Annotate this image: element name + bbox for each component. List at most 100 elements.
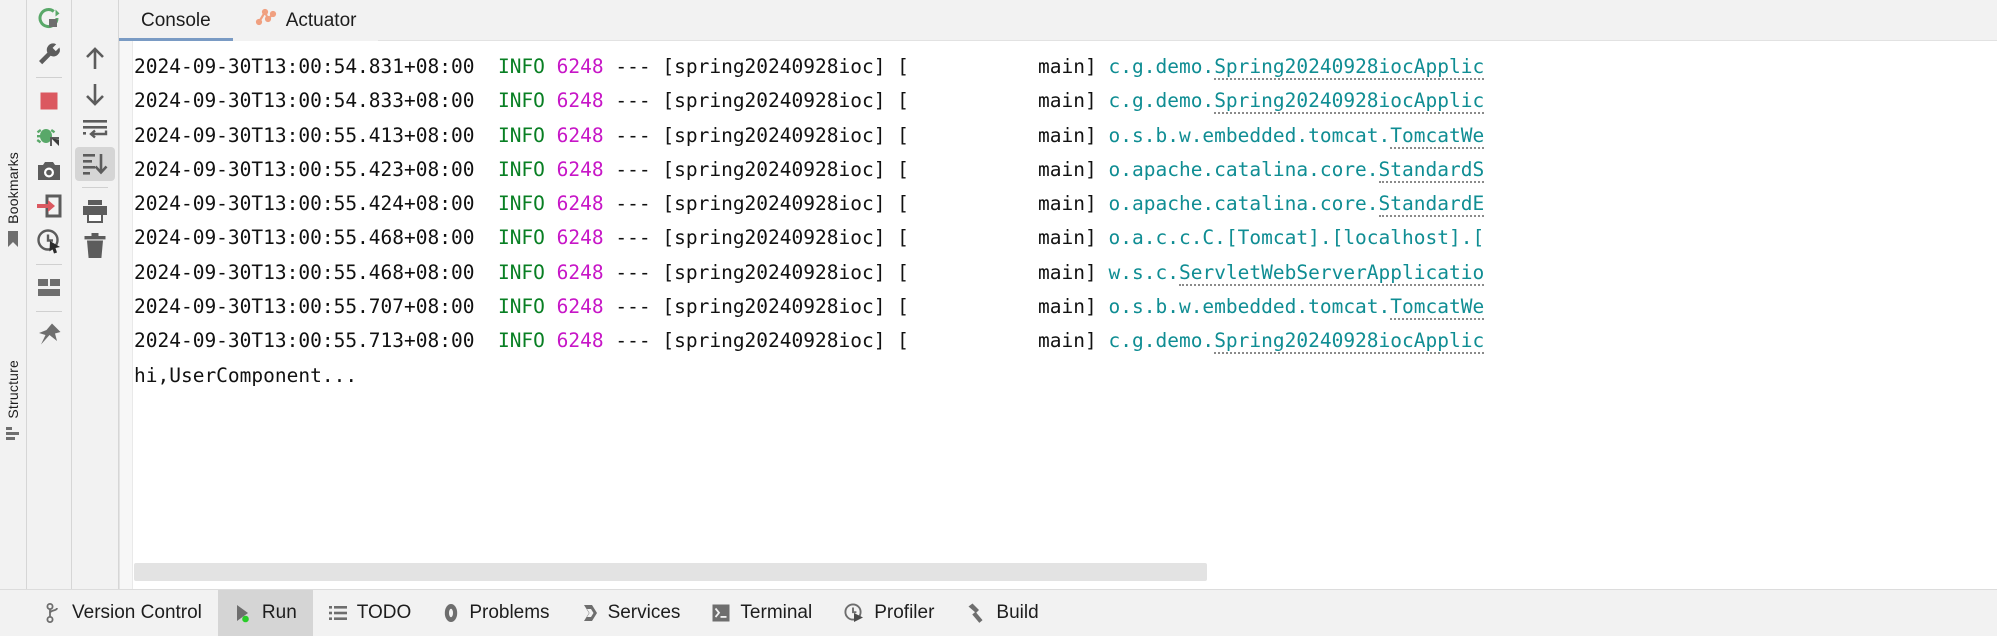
rerun-button[interactable] — [29, 2, 69, 36]
horizontal-scrollbar-track[interactable] — [134, 563, 1997, 581]
class-link[interactable]: ServletWebServerApplicatio — [1178, 260, 1485, 286]
tab-actuator[interactable]: Actuator — [233, 0, 379, 41]
class-link[interactable]: Spring20240928iocApplic — [1214, 55, 1485, 80]
arrow-up-icon — [83, 46, 107, 72]
class-link[interactable]: Spring20240928iocApplic — [1214, 89, 1485, 115]
console-toolbar — [72, 0, 119, 589]
console-log-line: 2024-09-30T13:00:55.468+08:00 INFO 6248 … — [134, 260, 1485, 286]
actuator-icon — [255, 8, 277, 34]
toolbar-separator — [82, 187, 108, 188]
console-log-line: 2024-09-30T13:00:55.707+08:00 INFO 6248 … — [134, 295, 1485, 321]
printer-icon — [82, 199, 108, 223]
console-panel: Console Actuator 2024-09-30T13:00:54.831… — [119, 0, 1997, 589]
status-item-services-label: Services — [607, 602, 681, 623]
ide-window: Bookmarks Structure Console Actuator 202… — [0, 0, 1997, 636]
debugger-icon — [36, 123, 62, 149]
console-log: 2024-09-30T13:00:54.831+08:00 INFO 6248 … — [134, 41, 1997, 589]
services-icon — [582, 603, 598, 623]
terminal-icon — [712, 604, 730, 622]
camera-icon — [36, 159, 62, 183]
import-snapshot-button[interactable] — [29, 189, 69, 223]
soft-wrap-button[interactable] — [75, 112, 115, 146]
status-item-problems[interactable]: Problems — [427, 590, 565, 636]
todo-icon — [328, 605, 347, 621]
console-log-line: 2024-09-30T13:00:55.713+08:00 INFO 6248 … — [134, 329, 1485, 355]
tab-console-label: Console — [141, 9, 211, 31]
run-icon — [234, 603, 252, 623]
status-item-version-control[interactable]: Version Control — [30, 590, 218, 636]
main-area: Bookmarks Structure Console Actuator 202… — [0, 0, 1997, 589]
stop-icon — [37, 89, 61, 113]
stop-button[interactable] — [29, 84, 69, 118]
pin-tab-button[interactable] — [29, 318, 69, 352]
capture-screenshot-button[interactable] — [29, 154, 69, 188]
console-log-line: 2024-09-30T13:00:55.413+08:00 INFO 6248 … — [134, 123, 1485, 149]
status-item-run[interactable]: Run — [217, 590, 313, 636]
structure-icon — [5, 425, 21, 441]
toolbar-separator — [36, 264, 62, 265]
scroll-to-the-end-button[interactable] — [75, 147, 115, 181]
console-log-line: 2024-09-30T13:00:54.833+08:00 INFO 6248 … — [134, 89, 1485, 115]
tab-bar-filler — [378, 0, 1997, 41]
tool-stripe-structure-label: Structure — [5, 360, 21, 419]
console-gutter — [120, 41, 133, 589]
status-item-build[interactable]: Build — [950, 590, 1054, 636]
status-item-todo[interactable]: TODO — [313, 590, 428, 636]
up-the-stack-trace-button[interactable] — [75, 42, 115, 76]
tab-actuator-label: Actuator — [285, 9, 357, 31]
console-log-line: 2024-09-30T13:00:54.831+08:00 INFO 6248 … — [134, 55, 1485, 80]
toolbar-separator — [36, 311, 62, 312]
down-the-stack-trace-button[interactable] — [75, 77, 115, 111]
clock-pointer-icon — [36, 228, 62, 254]
left-tool-stripe: Bookmarks Structure — [0, 0, 27, 589]
console-output-area[interactable]: 2024-09-30T13:00:54.831+08:00 INFO 6248 … — [119, 41, 1997, 589]
console-plain-output: hi,UserComponent... — [134, 363, 358, 387]
trash-icon — [83, 233, 107, 259]
arrow-down-icon — [83, 81, 107, 107]
status-bar: Version Control Run TODO Problems Servic… — [0, 589, 1997, 636]
layout-icon — [37, 278, 61, 298]
modify-run-configuration-button[interactable] — [29, 37, 69, 71]
tool-stripe-bookmarks[interactable]: Bookmarks — [0, 152, 26, 248]
horizontal-scrollbar-thumb[interactable] — [134, 563, 1207, 581]
status-item-services[interactable]: Services — [566, 590, 697, 636]
bookmark-icon — [5, 230, 21, 248]
run-history-button[interactable] — [29, 224, 69, 258]
branch-icon — [46, 603, 62, 623]
problems-icon — [443, 603, 459, 623]
run-toolbar — [27, 0, 72, 589]
tool-stripe-bookmarks-label: Bookmarks — [5, 152, 21, 224]
tool-stripe-structure[interactable]: Structure — [0, 360, 26, 441]
status-item-terminal[interactable]: Terminal — [696, 590, 828, 636]
class-link[interactable]: StandardS — [1378, 157, 1485, 183]
rerun-icon — [36, 6, 62, 32]
toolbar-separator — [36, 77, 62, 78]
console-log-line: 2024-09-30T13:00:55.423+08:00 INFO 6248 … — [134, 157, 1485, 183]
scroll-to-end-icon — [82, 152, 108, 176]
build-icon — [966, 603, 986, 623]
wrench-icon — [36, 41, 62, 67]
print-button[interactable] — [75, 194, 115, 228]
soft-wrap-icon — [82, 118, 108, 140]
status-item-build-label: Build — [996, 602, 1039, 623]
class-link[interactable]: TomcatWe — [1390, 295, 1485, 321]
status-item-profiler[interactable]: Profiler — [828, 590, 950, 636]
attach-debugger-button[interactable] — [29, 119, 69, 153]
tab-console[interactable]: Console — [119, 0, 233, 41]
status-item-version-control-label: Version Control — [72, 602, 202, 623]
status-item-problems-label: Problems — [469, 602, 550, 623]
layout-settings-button[interactable] — [29, 271, 69, 305]
tab-bar: Console Actuator — [119, 0, 1997, 41]
status-item-todo-label: TODO — [356, 602, 412, 623]
clear-all-button[interactable] — [75, 229, 115, 263]
console-log-line: 2024-09-30T13:00:55.468+08:00 INFO 6248 … — [134, 226, 1485, 250]
class-link[interactable]: TomcatWe — [1390, 123, 1485, 149]
profiler-icon — [844, 603, 864, 623]
import-icon — [36, 194, 62, 218]
console-log-line: 2024-09-30T13:00:55.424+08:00 INFO 6248 … — [134, 192, 1485, 218]
pin-icon — [36, 322, 62, 348]
status-item-run-label: Run — [261, 602, 297, 623]
status-item-profiler-label: Profiler — [874, 602, 935, 623]
class-link[interactable]: Spring20240928iocApplic — [1214, 329, 1485, 355]
class-link[interactable]: StandardE — [1378, 192, 1485, 218]
